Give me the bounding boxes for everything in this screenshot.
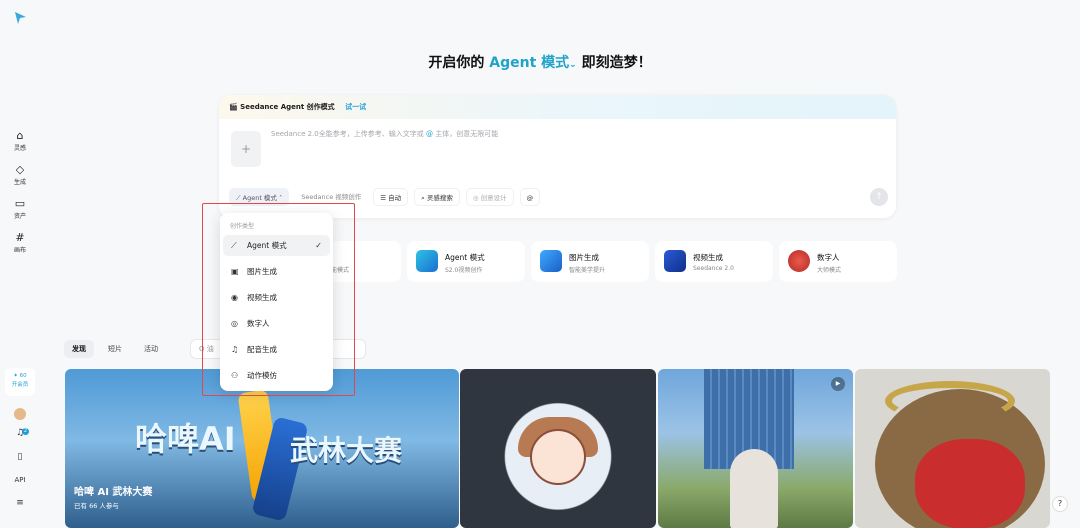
sliders-icon: ☰ — [380, 194, 389, 202]
dropdown-item-image[interactable]: ▣ 图片生成 — [223, 261, 330, 282]
notification-badge: 2 — [22, 428, 29, 435]
device-icon[interactable]: ▯ — [12, 452, 28, 468]
feed-card-anime[interactable] — [460, 369, 656, 528]
pin-icon: ◎ — [472, 194, 481, 202]
creative-design-button[interactable]: ◎ 创意设计 — [465, 188, 514, 206]
mode-card-agent[interactable]: Agent 模式 S2.0视频创作 — [407, 241, 525, 282]
dropdown-header: 创作类型 — [230, 223, 255, 230]
diamond-icon: ◇ — [15, 163, 25, 176]
person-art — [730, 449, 778, 528]
chevron-up-icon: ˄ — [276, 194, 283, 202]
monkey-mask-art — [915, 439, 1025, 528]
feed-card-monkey[interactable] — [855, 369, 1050, 528]
sidebar-item-canvas[interactable]: # 画布 — [4, 231, 36, 255]
chevron-down-icon: ⌄ — [569, 60, 577, 70]
sidebar-item-inspiration[interactable]: ⌂ 灵感 — [4, 129, 36, 153]
motion-icon: ⚇ — [231, 371, 239, 380]
tab-events[interactable]: 活动 — [136, 340, 166, 358]
try-link[interactable]: 试一试 — [345, 103, 366, 111]
upgrade-button[interactable]: ✦ 60 开会员 — [5, 368, 35, 396]
folder-icon: ▭ — [14, 197, 26, 210]
sidebar: ⌂ 灵感 ◇ 生成 ▭ 资产 # 画布 ✦ 60 开会员 ♫ 2 ▯ API ≡ — [0, 0, 40, 528]
composer-toolbar: ⟋ Agent 模式 ˄ Seedance 视频创作 ☰ 自动 ⌕ 灵感搜索 ◎… — [229, 188, 541, 206]
mode-switch[interactable]: Agent 模式⌄ — [489, 55, 576, 71]
feed-card-hero[interactable]: 哈啤AI 武林大赛 哈啤 AI 武林大赛 已有 66 人参与 — [65, 369, 459, 528]
seedance-button[interactable]: Seedance 视频创作 — [295, 188, 368, 206]
canvas-icon: # — [15, 231, 25, 244]
logo-icon[interactable] — [12, 10, 28, 26]
dropdown-item-motion[interactable]: ⚇ 动作模仿 — [223, 365, 330, 386]
tab-shorts[interactable]: 短片 — [100, 340, 130, 358]
image-icon: ▣ — [231, 267, 239, 276]
mode-card-image[interactable]: 图片生成 智能美学提升 — [531, 241, 649, 282]
inspiration-search-button[interactable]: ⌕ 灵感搜索 — [414, 188, 460, 206]
upload-button[interactable]: + — [231, 131, 261, 167]
check-icon: ✓ — [315, 241, 322, 250]
music-icon: ♫ — [231, 345, 239, 354]
video-mode-icon — [664, 250, 686, 272]
sidebar-item-assets[interactable]: ▭ 资产 — [4, 197, 36, 221]
dropdown-item-voiceover[interactable]: ♫ 配音生成 — [223, 339, 330, 360]
mode-card-video[interactable]: 视频生成 Seedance 2.0 — [655, 241, 773, 282]
arrow-up-icon: ↑ — [875, 192, 883, 202]
agent-icon: ⟋ — [231, 241, 237, 250]
composer-card: 🎬 Seedance Agent 创作模式 试一试 + Seedance 2.0… — [219, 95, 896, 218]
hero-participants: 已有 66 人参与 — [74, 502, 119, 510]
feed-tabs: 发现 短片 活动 — [64, 340, 166, 358]
mode-card-digital-human[interactable]: 数字人 大师模式 — [779, 241, 897, 282]
home-icon: ⌂ — [16, 129, 24, 142]
dropdown-item-digital-human[interactable]: ◎ 数字人 — [223, 313, 330, 334]
dropdown-item-agent[interactable]: ⟋ Agent 模式 ✓ — [223, 235, 330, 256]
creation-type-dropdown: 创作类型 ⟋ Agent 模式 ✓ ▣ 图片生成 ◉ 视频生成 ◎ 数字人 ♫ … — [220, 213, 333, 391]
golden-band-art — [885, 381, 1015, 421]
sidebar-item-generate[interactable]: ◇ 生成 — [4, 163, 36, 187]
menu-icon[interactable]: ≡ — [12, 498, 28, 514]
dropdown-item-video[interactable]: ◉ 视频生成 — [223, 287, 330, 308]
mention-button[interactable]: @ — [519, 188, 541, 206]
send-button[interactable]: ↑ — [870, 188, 888, 206]
mode-select[interactable]: ⟋ Agent 模式 ˄ — [229, 188, 290, 206]
digital-human-mode-icon — [788, 250, 810, 272]
tab-discover[interactable]: 发现 — [64, 340, 94, 358]
agent-banner: 🎬 Seedance Agent 创作模式 试一试 — [219, 95, 896, 119]
agent-mode-icon — [416, 250, 438, 272]
page-title: 开启你的 Agent 模式⌄ 即刻造梦！ — [428, 55, 652, 71]
image-mode-icon — [540, 250, 562, 272]
api-link[interactable]: API — [12, 476, 28, 492]
digital-human-icon: ◎ — [231, 319, 238, 328]
auto-button[interactable]: ☰ 自动 — [373, 188, 409, 206]
video-icon: ◉ — [231, 293, 238, 302]
prompt-input[interactable]: Seedance 2.0全能参考，上传参考、输入文字或 @ 主体，创意无限可能 — [271, 129, 498, 139]
clapper-icon: 🎬 — [229, 103, 238, 111]
avatar[interactable] — [14, 408, 26, 420]
agent-icon: ⟋ — [236, 194, 243, 202]
help-button[interactable]: ? — [1052, 496, 1068, 512]
anime-face — [530, 429, 586, 485]
play-icon[interactable]: ▶ — [831, 377, 845, 391]
hero-title: 哈啤 AI 武林大赛 — [74, 487, 153, 498]
feed-card-photo[interactable]: ▶ — [658, 369, 853, 528]
